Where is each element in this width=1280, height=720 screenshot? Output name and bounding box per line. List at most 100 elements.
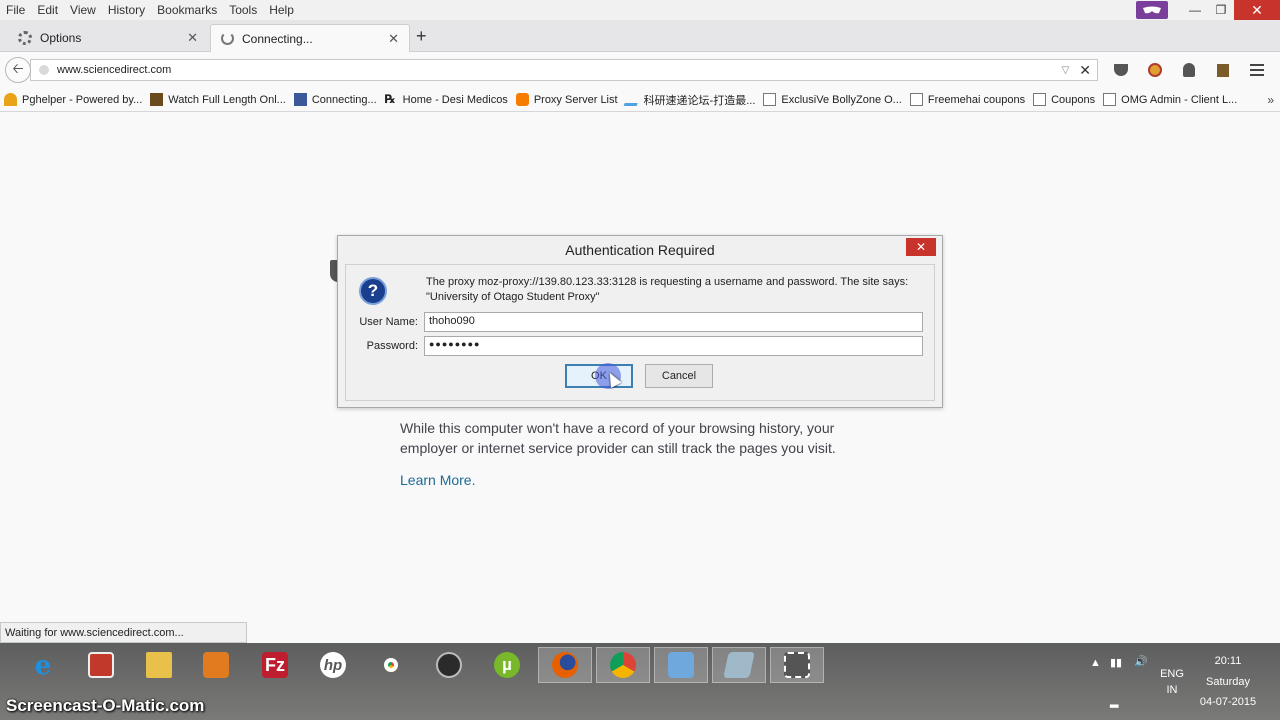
tab-label: Connecting... (242, 31, 313, 46)
url-dropdown-icon[interactable]: ▽ (1062, 65, 1070, 76)
bookmark-label: Pghelper - Powered by... (22, 93, 143, 106)
bookmark-favicon-icon (623, 93, 641, 106)
volume-icon[interactable]: 🔊 (1134, 655, 1148, 668)
tab-close-icon[interactable]: ✕ (388, 31, 399, 47)
url-text[interactable]: www.sciencedirect.com (57, 64, 1062, 76)
filezilla-icon[interactable]: Fz (248, 647, 302, 683)
menu-file[interactable]: File (0, 1, 31, 19)
reader-icon[interactable] (1206, 59, 1240, 81)
media-player-icon[interactable] (189, 647, 243, 683)
lock-icon[interactable] (1172, 59, 1206, 81)
bookmark-label: Coupons (1051, 93, 1096, 106)
hp-icon[interactable]: hp (306, 647, 360, 683)
clock-day[interactable]: Saturday (1196, 676, 1260, 688)
learn-more-link[interactable]: Learn More. (400, 472, 475, 488)
url-bar[interactable]: www.sciencedirect.com ▽ ✕ (30, 59, 1098, 81)
dialog-message: The proxy moz-proxy://139.80.123.33:3128… (426, 275, 926, 305)
control-panel-icon[interactable] (654, 647, 708, 683)
bookmark-label: Proxy Server List (533, 93, 618, 106)
page-icon (909, 93, 923, 106)
chrome-app-icon[interactable] (596, 647, 650, 683)
bookmarks-overflow-icon[interactable]: » (1267, 93, 1274, 107)
private-browsing-notice: While this computer won't have a record … (400, 420, 836, 456)
tab-options[interactable]: Options ✕ (8, 24, 208, 52)
menu-tools[interactable]: Tools (223, 1, 263, 19)
window-controls: — ❐ ✕ (1136, 0, 1280, 20)
pocket-icon[interactable] (1104, 59, 1138, 81)
notes-icon[interactable] (712, 647, 766, 683)
tab-connecting[interactable]: Connecting... ✕ (210, 24, 410, 52)
bookmark-item[interactable]: Coupons (1033, 93, 1095, 106)
media-app-icon[interactable] (422, 647, 476, 683)
page-icon (1033, 93, 1047, 106)
cancel-button[interactable]: Cancel (645, 364, 713, 388)
facebook-icon (293, 93, 307, 106)
bookmark-label: Connecting... (311, 93, 377, 106)
bookmark-item[interactable]: ExclusiVe BollyZone O... (763, 93, 902, 106)
bookmark-item[interactable]: Freemehai coupons (909, 93, 1026, 106)
bookmark-label: Watch Full Length Onl... (168, 93, 286, 106)
status-bar: Waiting for www.sciencedirect.com... (0, 622, 247, 643)
bookmark-label: Freemehai coupons (927, 93, 1026, 106)
bookmark-item[interactable]: ℞ Home - Desi Medicos (385, 93, 508, 106)
menu-bar: File Edit View History Bookmarks Tools H… (0, 0, 1280, 20)
username-label: User Name: (359, 316, 418, 328)
clock-date[interactable]: 04-07-2015 (1196, 696, 1260, 708)
toolbar-icons (1104, 59, 1274, 81)
dialog-body: ? The proxy moz-proxy://139.80.123.33:31… (345, 264, 935, 401)
menu-bookmarks[interactable]: Bookmarks (151, 1, 223, 19)
chrome-icon[interactable] (364, 647, 418, 683)
username-field[interactable]: thoho090 (424, 312, 923, 332)
dialog-message-line1: The proxy moz-proxy://139.80.123.33:3128… (426, 276, 909, 288)
menu-help[interactable]: Help (263, 1, 300, 19)
page-icon (763, 93, 777, 106)
tray-arrow-icon[interactable]: ▲ (1090, 657, 1101, 669)
stop-icon[interactable]: ✕ (1079, 62, 1091, 79)
tray-signal-icon: ▂ (1110, 696, 1119, 708)
tab-label: Options (40, 31, 82, 45)
bookmark-item[interactable]: Connecting... (293, 93, 377, 106)
bookmark-favicon-icon (150, 93, 164, 106)
firefox-icon[interactable] (538, 647, 592, 683)
bookmark-item[interactable]: Pghelper - Powered by... (4, 93, 142, 106)
internet-explorer-icon[interactable]: e (16, 647, 70, 683)
screen: File Edit View History Bookmarks Tools H… (0, 0, 1280, 720)
addon-icon[interactable] (1138, 59, 1172, 81)
bookmark-item[interactable]: 科研速递论坛-打造最... (623, 92, 755, 108)
clock-time[interactable]: 20:11 (1196, 655, 1260, 667)
bookmark-item[interactable]: OMG Admin - Client L... (1103, 93, 1237, 106)
tab-close-icon[interactable]: ✕ (187, 30, 198, 46)
minimize-button[interactable]: — (1182, 1, 1208, 19)
dialog-close-button[interactable]: ✕ (906, 238, 936, 256)
blogger-icon (515, 93, 529, 106)
input-region[interactable]: IN (1158, 684, 1186, 696)
spinner-icon (221, 32, 234, 45)
hamburger-menu-icon[interactable] (1240, 59, 1274, 81)
menu-history[interactable]: History (102, 1, 151, 19)
dialog-title: Authentication Required (565, 242, 715, 258)
file-explorer-icon[interactable] (132, 647, 186, 683)
bookmark-label: OMG Admin - Client L... (1121, 93, 1238, 106)
network-icon[interactable]: ▮▮ (1110, 656, 1122, 669)
input-language[interactable]: ENG (1158, 668, 1186, 680)
dialog-message-line2: "University of Otago Student Proxy" (426, 291, 600, 303)
flash-icon[interactable] (74, 647, 128, 683)
bookmark-favicon-icon (4, 93, 17, 106)
bookmark-label: Home - Desi Medicos (402, 93, 508, 106)
menu-view[interactable]: View (64, 1, 102, 19)
utorrent-icon[interactable]: µ (480, 647, 534, 683)
gear-icon (18, 31, 32, 45)
new-tab-button[interactable]: + (416, 26, 427, 47)
tab-strip: Options ✕ Connecting... ✕ + (0, 20, 1280, 52)
window-close-button[interactable]: ✕ (1234, 0, 1280, 20)
site-identity-icon[interactable] (39, 65, 49, 75)
menu-edit[interactable]: Edit (31, 1, 64, 19)
password-field[interactable]: ●●●●●●●● (424, 336, 923, 356)
bookmark-item[interactable]: Proxy Server List (515, 93, 618, 106)
back-button[interactable]: 🡠 (5, 57, 31, 83)
bookmark-item[interactable]: Watch Full Length Onl... (150, 93, 286, 106)
question-icon: ? (359, 277, 387, 305)
restore-button[interactable]: ❐ (1208, 1, 1234, 19)
snipping-tool-icon[interactable] (770, 647, 824, 683)
screencast-watermark: Screencast-O-Matic.com (6, 696, 205, 715)
